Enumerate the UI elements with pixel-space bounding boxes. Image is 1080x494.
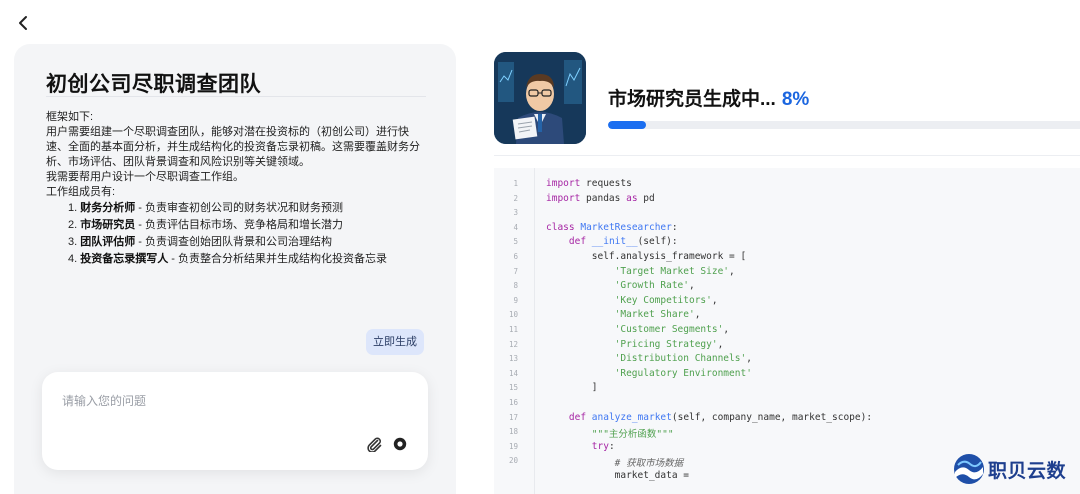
line-number: 20 <box>508 456 518 466</box>
brand-logo <box>954 454 984 484</box>
brand-name: 职贝云数 <box>988 460 1067 482</box>
line-code: def analyze_market(self, company_name, m… <box>568 411 873 423</box>
question-input[interactable] <box>62 390 402 412</box>
line-code: 'Pricing Strategy', <box>614 338 724 350</box>
member-item: 1. 财务分析师 - 负责审查初创公司的财务状况和财务预测 <box>68 202 344 214</box>
line-number: 18 <box>508 427 518 437</box>
line-number: 11 <box>508 325 518 334</box>
line-number: 17 <box>508 412 518 422</box>
line-number: 2 <box>513 193 518 203</box>
right-divider <box>494 155 1080 156</box>
member-item: 3. 团队评估师 - 负责调查创始团队背景和公司治理结构 <box>68 236 333 248</box>
line-number: 5 <box>513 237 518 247</box>
team-title: 初创公司尽职调查团队 <box>46 73 261 96</box>
line-code: def __init__(self): <box>568 236 678 248</box>
member-name: 投资备忘录撰写人 <box>80 253 169 265</box>
paperclip-icon[interactable] <box>366 436 382 452</box>
team-description: 框架如下: 用户需要组建一个尽职调查团队，能够对潜在投资标的（初创公司）进行快速… <box>46 110 426 269</box>
line-code: """主分析函数""" <box>591 429 674 441</box>
member-item: 4. 投资备忘录撰写人 - 负责整合分析结果并生成结构化投资备忘录 <box>68 253 388 265</box>
member-desc: - 负责评估目标市场、竞争格局和增长潜力 <box>135 219 344 231</box>
line-code: 'Key Competitors', <box>614 294 718 306</box>
gutter-divider <box>534 168 535 494</box>
member-desc: - 负责调查创始团队背景和公司治理结构 <box>135 236 333 248</box>
line-code: class MarketResearcher: <box>546 221 678 233</box>
line-number: 6 <box>513 252 518 261</box>
line-code: import pandas as pd <box>546 192 655 204</box>
task-paragraph: 我需要帮用户设计一个尽职调查工作组。 <box>46 171 244 183</box>
requirement-paragraph: 用户需要组建一个尽职调查团队，能够对潜在投资标的（初创公司）进行快速、全面的基本… <box>46 126 420 168</box>
line-code: try: <box>591 440 615 452</box>
record-icon[interactable] <box>392 436 408 452</box>
question-input-card <box>42 372 428 470</box>
line-number: 3 <box>513 208 518 218</box>
back-button[interactable] <box>14 12 34 34</box>
line-code: ] <box>546 382 598 394</box>
researcher-avatar <box>494 52 586 144</box>
line-code: import requests <box>546 178 632 189</box>
progress-bar <box>608 121 1080 129</box>
member-item: 2. 市场研究员 - 负责评估目标市场、竞争格局和增长潜力 <box>68 219 344 231</box>
member-name: 财务分析师 <box>80 202 136 214</box>
line-number: 15 <box>508 383 518 393</box>
line-number: 14 <box>508 368 518 378</box>
member-name: 团队评估师 <box>80 236 136 248</box>
line-number: 16 <box>508 398 518 407</box>
line-number: 9 <box>513 295 518 305</box>
members-label: 工作组成员有: <box>46 186 116 198</box>
code-viewer[interactable]: 1 import requests 2 import pandas as pd 3 4 cl… <box>494 168 1080 494</box>
line-code: # 获取市场数据 <box>614 458 684 470</box>
member-name: 市场研究员 <box>80 219 136 231</box>
line-number: 7 <box>513 266 518 276</box>
line-code: self.analysis_framework = [ <box>546 251 747 262</box>
chevron-left-icon <box>19 16 27 30</box>
generate-button[interactable]: 立即生成 <box>366 329 424 355</box>
member-desc: - 负责整合分析结果并生成结构化投资备忘录 <box>168 253 388 265</box>
line-number: 1 <box>513 179 518 188</box>
status-label: 市场研究员生成中... <box>608 89 776 110</box>
title-divider <box>46 96 426 97</box>
line-code: 'Distribution Channels', <box>614 353 752 365</box>
progress-fill <box>608 121 647 129</box>
line-code: 'Market Share', <box>614 309 701 321</box>
line-code: 'Growth Rate', <box>614 280 695 292</box>
generation-status: 市场研究员生成中... 8% <box>608 84 809 111</box>
members-list: 1. 财务分析师 - 负责审查初创公司的财务状况和财务预测 2. 市场研究员 -… <box>46 201 426 267</box>
line-code: 'Target Market Size', <box>614 265 735 277</box>
brand-watermark: 职贝云数 <box>952 452 1066 486</box>
team-panel: 初创公司尽职调查团队 框架如下: 用户需要组建一个尽职调查团队，能够对潜在投资标… <box>14 44 456 494</box>
line-code: 'Regulatory Environment' <box>614 367 752 379</box>
member-desc: - 负责审查初创公司的财务状况和财务预测 <box>135 202 344 214</box>
line-number: 19 <box>508 441 518 451</box>
framework-label: 框架如下: <box>46 111 94 123</box>
line-number: 10 <box>508 310 518 320</box>
line-number: 4 <box>513 222 518 232</box>
line-number: 13 <box>508 354 518 364</box>
line-number: 8 <box>513 281 518 291</box>
line-code: market_data = <box>546 470 689 481</box>
line-code: 'Customer Segments', <box>614 324 730 335</box>
line-number: 12 <box>508 339 518 349</box>
progress-percent: 8% <box>781 89 810 110</box>
